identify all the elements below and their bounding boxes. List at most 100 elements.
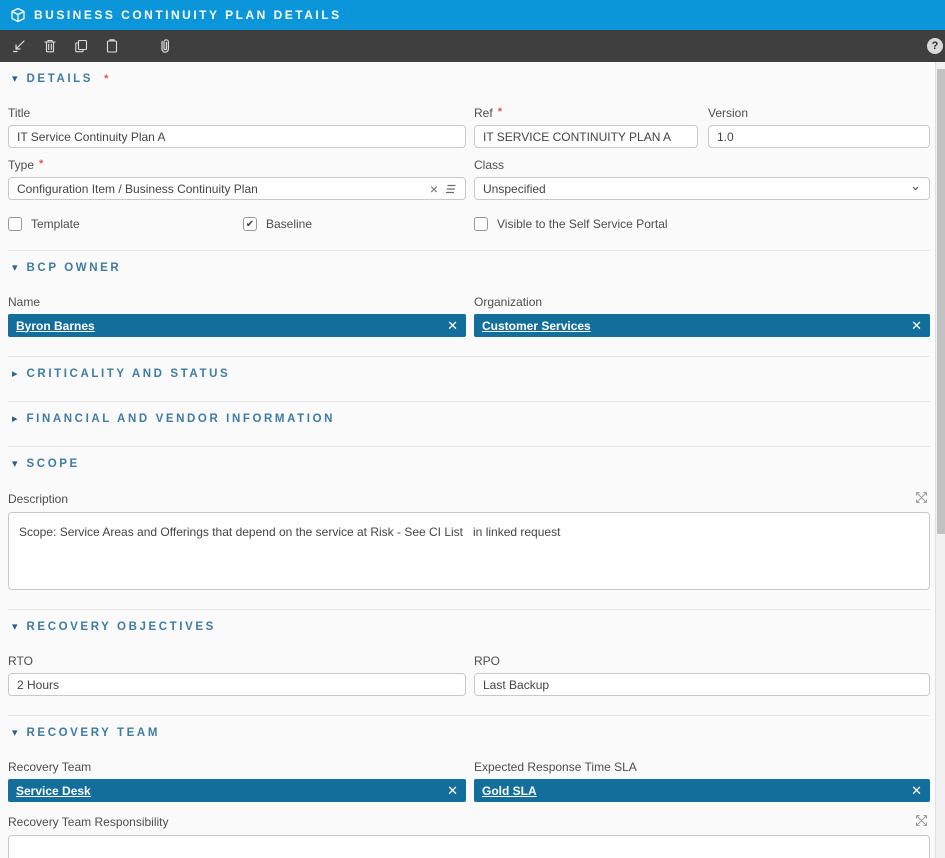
section-recovery-team: ▾ RECOVERY TEAM Recovery Team Service De… [8, 715, 930, 858]
trash-icon [42, 38, 58, 54]
section-bcp-owner: ▾ BCP OWNER Name Byron Barnes ✕ Organiza… [8, 250, 930, 337]
expand-icon [915, 814, 928, 827]
paperclip-icon [157, 37, 173, 55]
cube-icon [10, 7, 26, 23]
section-title-recovery-objectives: RECOVERY OBJECTIVES [27, 621, 216, 633]
section-title-scope: SCOPE [27, 458, 80, 470]
recovery-team-label: Recovery Team [8, 760, 466, 774]
section-recovery-objectives: ▾ RECOVERY OBJECTIVES RTO 2 Hours RPO La… [8, 609, 930, 696]
required-asterisk: * [39, 158, 43, 170]
baseline-checkbox[interactable]: ✔ Baseline [243, 217, 312, 231]
section-title-financial-vendor: FINANCIAL AND VENDOR INFORMATION [27, 413, 336, 425]
caret-right-icon: ▸ [12, 414, 18, 425]
section-header-bcp-owner[interactable]: ▾ BCP OWNER [8, 259, 930, 276]
attachment-button[interactable] [154, 35, 176, 57]
rpo-label: RPO [474, 654, 930, 668]
version-label: Version [708, 106, 930, 120]
recovery-team-pill[interactable]: Service Desk ✕ [8, 779, 466, 802]
dock-arrow-icon [11, 38, 27, 54]
title-label: Title [8, 106, 466, 120]
vertical-scrollbar[interactable] [935, 62, 945, 858]
title-input[interactable]: IT Service Continuity Plan A [8, 125, 466, 148]
delete-button[interactable] [39, 35, 61, 57]
clipboard-icon [104, 38, 120, 54]
clear-type-icon[interactable]: × [430, 181, 438, 197]
ref-input[interactable]: IT SERVICE CONTINUITY PLAN A [474, 125, 698, 148]
remove-sla-icon[interactable]: ✕ [911, 783, 922, 799]
caret-down-icon: ▾ [12, 728, 18, 739]
browse-list-icon[interactable] [444, 183, 457, 195]
remove-owner-icon[interactable]: ✕ [447, 318, 458, 334]
required-asterisk: * [104, 73, 108, 85]
template-checkbox-label: Template [31, 217, 80, 231]
ref-label: Ref* [474, 106, 698, 120]
responsibility-label: Recovery Team Responsibility [8, 815, 169, 829]
section-header-recovery-team[interactable]: ▾ RECOVERY TEAM [8, 724, 930, 741]
checkbox-unchecked-icon [8, 217, 22, 231]
class-label: Class [474, 158, 930, 172]
caret-down-icon: ▾ [12, 263, 18, 274]
toolbar: ? [0, 30, 945, 62]
checkbox-unchecked-icon [474, 217, 488, 231]
page-title: BUSINESS CONTINUITY PLAN DETAILS [34, 8, 342, 22]
copy-button[interactable] [70, 35, 92, 57]
baseline-checkbox-label: Baseline [266, 217, 312, 231]
responsibility-textarea[interactable]: Recovery Team Responsibilities [8, 835, 930, 858]
section-financial-vendor: ▸ FINANCIAL AND VENDOR INFORMATION [8, 401, 930, 427]
remove-recovery-team-icon[interactable]: ✕ [447, 783, 458, 799]
response-sla-pill[interactable]: Gold SLA ✕ [474, 779, 930, 802]
window-title-bar: BUSINESS CONTINUITY PLAN DETAILS [0, 0, 945, 30]
portal-checkbox-label: Visible to the Self Service Portal [497, 217, 668, 231]
remove-organization-icon[interactable]: ✕ [911, 318, 922, 334]
description-textarea[interactable]: Scope: Service Areas and Offerings that … [8, 512, 930, 590]
form-content: ▾ DETAILS * Title IT Service Continuity … [0, 62, 945, 858]
expand-responsibility-button[interactable] [915, 814, 928, 830]
section-header-scope[interactable]: ▾ SCOPE [8, 455, 930, 472]
version-input[interactable]: 1.0 [708, 125, 930, 148]
description-label: Description [8, 492, 68, 506]
caret-down-icon: ▾ [12, 622, 18, 633]
chevron-down-icon: ⌄ [910, 183, 921, 190]
section-title-bcp-owner: BCP OWNER [27, 262, 122, 274]
organization-pill[interactable]: Customer Services ✕ [474, 314, 930, 337]
help-button[interactable]: ? [927, 38, 943, 54]
portal-visible-checkbox[interactable]: Visible to the Self Service Portal [474, 217, 668, 231]
section-details: ▾ DETAILS * Title IT Service Continuity … [8, 62, 930, 231]
rto-label: RTO [8, 654, 466, 668]
bcp-details-window: BUSINESS CONTINUITY PLAN DETAILS [0, 0, 945, 858]
caret-right-icon: ▸ [12, 369, 18, 380]
caret-down-icon: ▾ [12, 74, 18, 85]
section-criticality-status: ▸ CRITICALITY AND STATUS [8, 356, 930, 382]
section-scope: ▾ SCOPE Description Scope: Service Areas… [8, 446, 930, 590]
owner-name-link[interactable]: Byron Barnes [16, 319, 95, 333]
response-sla-link[interactable]: Gold SLA [482, 784, 537, 798]
organization-label: Organization [474, 295, 930, 309]
type-input[interactable]: Configuration Item / Business Continuity… [8, 177, 466, 200]
recovery-team-link[interactable]: Service Desk [16, 784, 91, 798]
dock-button[interactable] [8, 35, 30, 57]
section-title-criticality-status: CRITICALITY AND STATUS [27, 368, 231, 380]
scrollbar-thumb[interactable] [937, 69, 945, 534]
copy-icon [73, 38, 89, 54]
type-label: Type* [8, 158, 466, 172]
paste-button[interactable] [101, 35, 123, 57]
section-header-financial-vendor[interactable]: ▸ FINANCIAL AND VENDOR INFORMATION [8, 410, 930, 427]
expand-icon [915, 491, 928, 504]
owner-name-pill[interactable]: Byron Barnes ✕ [8, 314, 466, 337]
expand-description-button[interactable] [915, 491, 928, 507]
required-asterisk: * [498, 106, 502, 118]
caret-down-icon: ▾ [12, 459, 18, 470]
section-header-recovery-objectives[interactable]: ▾ RECOVERY OBJECTIVES [8, 618, 930, 635]
checkbox-checked-icon: ✔ [243, 217, 257, 231]
organization-link[interactable]: Customer Services [482, 319, 591, 333]
rpo-input[interactable]: Last Backup [474, 673, 930, 696]
response-sla-label: Expected Response Time SLA [474, 760, 930, 774]
section-title-details: DETAILS [27, 73, 94, 85]
section-header-details[interactable]: ▾ DETAILS * [8, 70, 930, 87]
rto-input[interactable]: 2 Hours [8, 673, 466, 696]
class-select[interactable]: Unspecified ⌄ [474, 177, 930, 200]
owner-name-label: Name [8, 295, 466, 309]
section-title-recovery-team: RECOVERY TEAM [27, 727, 160, 739]
template-checkbox[interactable]: Template [8, 217, 243, 231]
section-header-criticality-status[interactable]: ▸ CRITICALITY AND STATUS [8, 365, 930, 382]
